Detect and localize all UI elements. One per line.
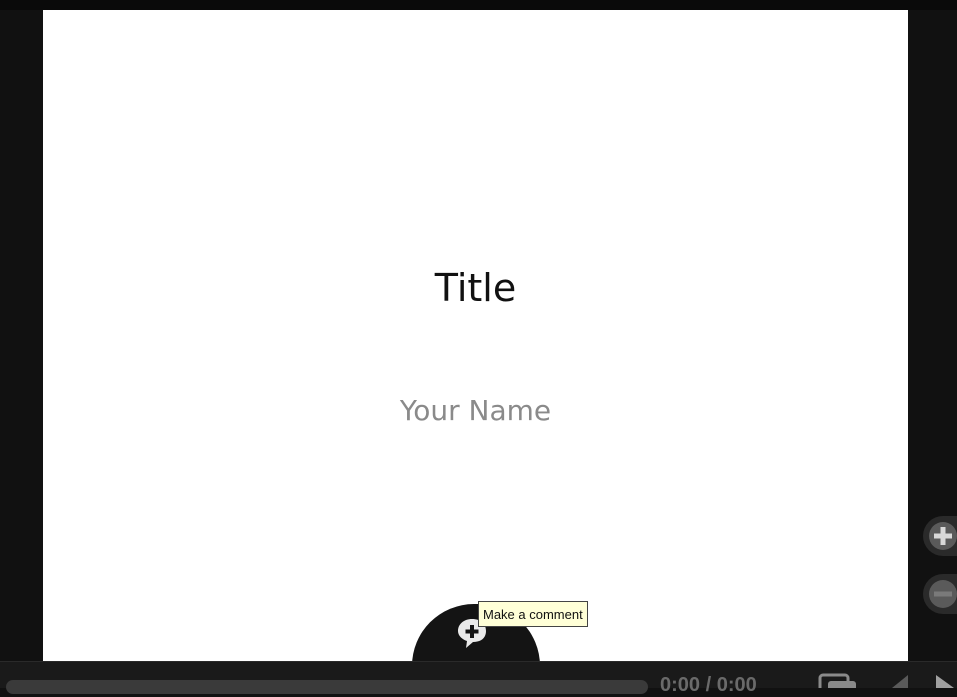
plus-icon xyxy=(929,522,957,550)
top-strip xyxy=(0,0,957,10)
comment-tooltip: Make a comment xyxy=(478,601,588,627)
minus-icon xyxy=(929,580,957,608)
slide-title: Title xyxy=(434,266,517,310)
slide-canvas: Title Your Name xyxy=(43,10,908,661)
presentation-viewer: Title Your Name Make a comment 0:00 / 0:… xyxy=(0,0,957,696)
next-icon[interactable] xyxy=(930,675,957,688)
prev-icon[interactable] xyxy=(888,675,912,688)
slide-subtitle: Your Name xyxy=(399,394,552,427)
zoom-in-button[interactable] xyxy=(923,516,957,556)
progress-track[interactable] xyxy=(6,680,648,694)
zoom-out-button[interactable] xyxy=(923,574,957,614)
time-readout: 0:00 / 0:00 xyxy=(660,674,757,696)
slides-icon[interactable] xyxy=(818,673,862,688)
